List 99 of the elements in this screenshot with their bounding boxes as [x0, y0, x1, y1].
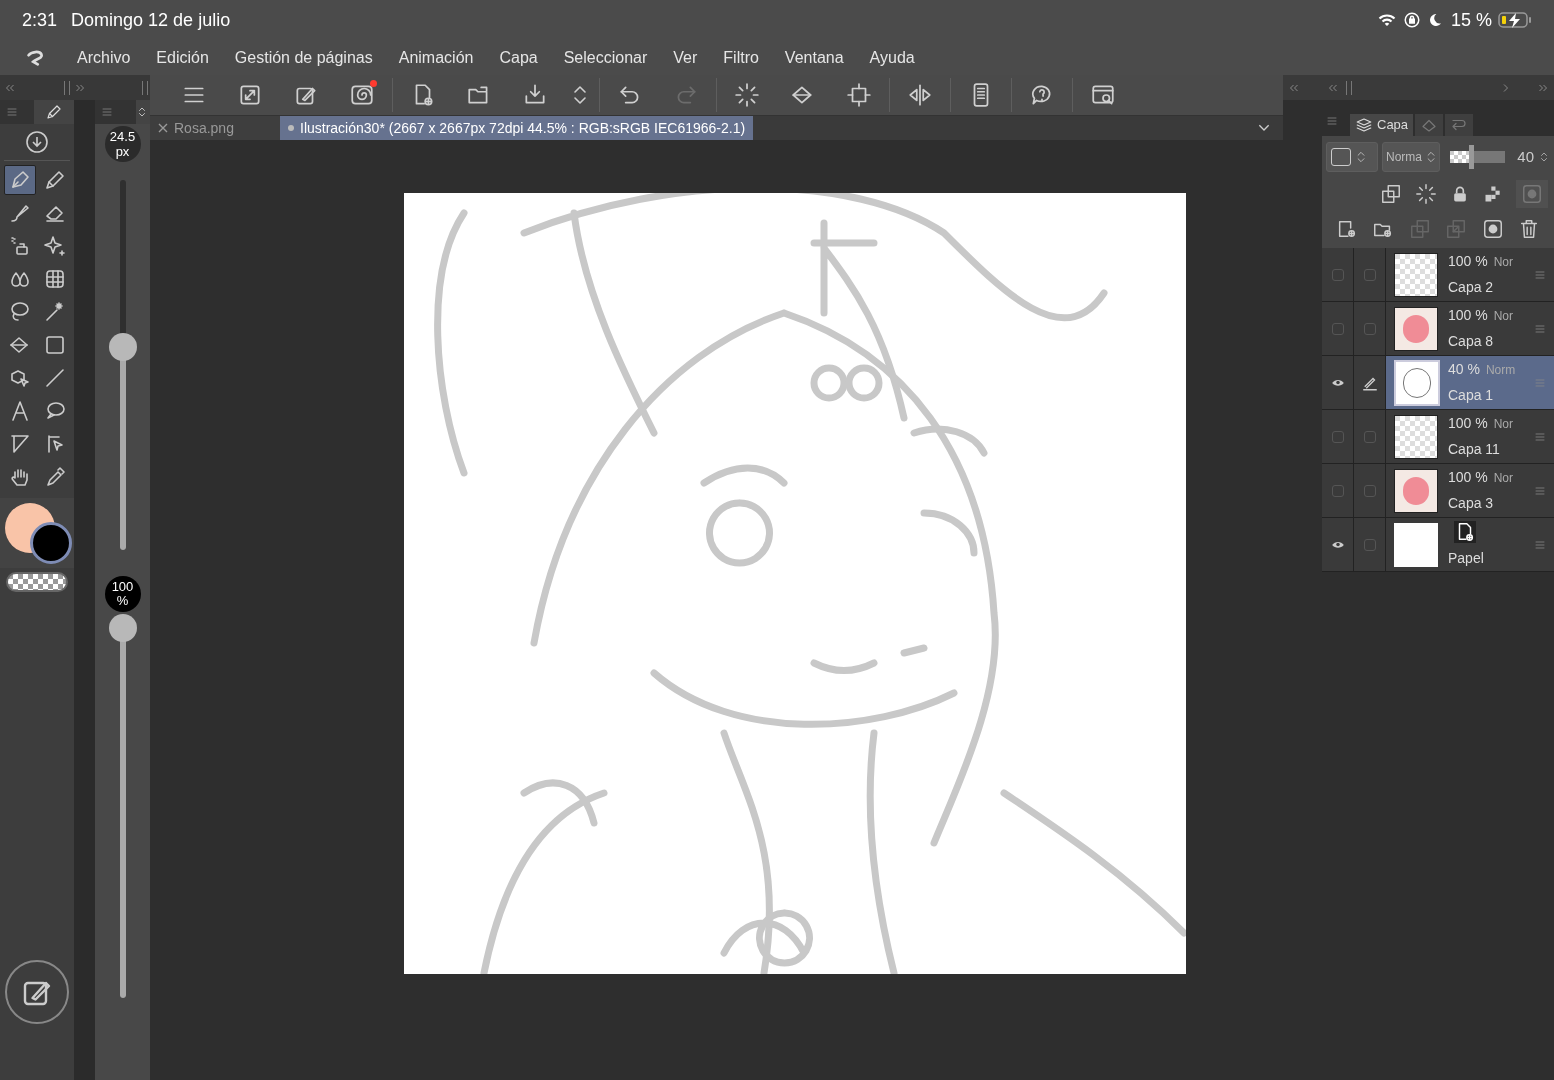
paper-thumbnail	[1394, 522, 1438, 567]
edit-checkbox[interactable]	[1363, 268, 1376, 281]
layer-row[interactable]: Papel	[1322, 518, 1554, 572]
brush-size-slider-thumb[interactable]	[108, 332, 137, 361]
layer-opacity: 100 %	[1448, 414, 1488, 433]
merge-icon	[1445, 218, 1468, 240]
menu-item[interactable]: Animación	[385, 43, 487, 72]
menu-item[interactable]: Edición	[143, 43, 222, 72]
wifi-icon	[1376, 11, 1397, 29]
layer-row[interactable]: 100 % Nor Capa 11	[1322, 410, 1554, 464]
spinner-icon	[734, 82, 760, 108]
transparent-thumbnail	[1394, 252, 1438, 297]
drag-handle-icon[interactable]	[1534, 430, 1546, 443]
transfer-icon	[1408, 218, 1431, 240]
mask-off-icon	[1521, 183, 1543, 205]
fit-icon	[237, 82, 263, 108]
drag-handle-icon[interactable]	[1534, 322, 1546, 335]
layer-blend-mode: Nor	[1493, 254, 1514, 271]
clock-time: 2:31	[22, 8, 58, 32]
artwork-thumbnail	[1394, 468, 1438, 513]
brush-size-unit: px	[115, 144, 130, 159]
visibility-checkbox[interactable]	[1331, 430, 1344, 443]
menu-item[interactable]: Seleccionar	[550, 43, 661, 72]
drag-handle-icon[interactable]	[1534, 268, 1546, 281]
brush-opacity-value: 100	[111, 580, 134, 594]
drag-handle-icon[interactable]	[1534, 538, 1546, 551]
rotate-button[interactable]	[5, 960, 69, 1024]
document-tab[interactable]: Rosa.png	[150, 116, 280, 140]
transparent-thumbnail	[1394, 414, 1438, 459]
layer-blend-mode: Nor	[1493, 470, 1514, 487]
menu-item[interactable]: Ver	[660, 43, 711, 72]
layer-opacity: 100 %	[1448, 468, 1488, 487]
blend-mode-dropdown[interactable]: Norma	[1382, 142, 1440, 172]
new-layer-icon	[1336, 218, 1358, 240]
mask-icon	[1481, 218, 1504, 240]
opacity-slider[interactable]	[1450, 145, 1505, 169]
layer-blend-mode: Nor	[1493, 308, 1514, 325]
layers-icon	[1355, 116, 1373, 134]
layer-name: Capa 11	[1448, 440, 1501, 459]
artwork-thumbnail	[1394, 306, 1438, 351]
layer-blend-mode: Norm	[1485, 362, 1516, 379]
edit-checkbox[interactable]	[1363, 322, 1376, 335]
visibility-checkbox[interactable]	[1331, 268, 1344, 281]
sub-color-swatch[interactable]	[30, 522, 72, 564]
menu-item[interactable]: Ventana	[771, 43, 857, 72]
close-icon[interactable]	[158, 123, 168, 133]
date-text: Domingo 12 de julio	[71, 8, 231, 32]
color-mode-dropdown[interactable]	[1326, 142, 1378, 172]
layer-opacity: 100 %	[1448, 306, 1488, 325]
brush-opacity-unit: %	[116, 594, 129, 608]
new-layer-button[interactable]	[1336, 218, 1358, 240]
edit-checkbox[interactable]	[1363, 430, 1376, 443]
opacity-slider-thumb[interactable]	[1469, 145, 1474, 169]
download-icon[interactable]	[25, 130, 49, 154]
swirl-icon	[349, 82, 375, 108]
history-tab[interactable]	[1445, 114, 1474, 136]
opacity-value: 40	[1517, 146, 1534, 167]
paper-icon	[1454, 520, 1476, 543]
navigator-tab[interactable]	[1415, 114, 1444, 136]
layer-name: Capa 1	[1448, 386, 1495, 405]
layer-row[interactable]: 40 % Norm Capa 1	[1322, 356, 1554, 410]
layer-blend-mode: Nor	[1493, 416, 1514, 433]
document-tab[interactable]: Ilustración30* (2667 x 2667px 72dpi 44.5% : RGB:sRGB IEC61966-2.1)	[280, 116, 754, 140]
sparkle-icon	[42, 234, 67, 258]
layer-opacity: 100 %	[1448, 252, 1488, 271]
brush-opacity-slider-thumb[interactable]	[108, 614, 137, 642]
mask-button[interactable]	[1481, 218, 1504, 240]
layer-row[interactable]: 100 % Nor Capa 3	[1322, 464, 1554, 518]
layer-opacity: 40 %	[1448, 360, 1480, 379]
layer-row[interactable]: 100 % Nor Capa 8	[1322, 302, 1554, 356]
layer-name: Papel	[1448, 548, 1485, 568]
reference-layer-icon[interactable]	[1380, 183, 1402, 205]
menu-item[interactable]: Gestión de páginas	[221, 43, 386, 72]
layer-name: Capa 2	[1448, 278, 1495, 297]
sketch-thumbnail	[1394, 359, 1440, 406]
edit-checkbox[interactable]	[1363, 484, 1376, 497]
layer-name: Capa 8	[1448, 332, 1495, 351]
edit-checkbox[interactable]	[1363, 538, 1376, 551]
tool-tab-icon[interactable]	[45, 103, 63, 121]
menu-item[interactable]: Filtro	[710, 43, 772, 72]
menu-item[interactable]: Ayuda	[856, 43, 928, 72]
pen-tool[interactable]	[3, 165, 36, 195]
crop-icon	[846, 82, 872, 108]
layers-tab[interactable]: Capa	[1350, 114, 1414, 136]
mask-toggle[interactable]	[1516, 180, 1548, 208]
flip-icon	[907, 82, 933, 108]
visibility-checkbox[interactable]	[1331, 322, 1344, 335]
visibility-checkbox[interactable]	[1331, 484, 1344, 497]
brush-size-value: 24.5	[109, 129, 136, 144]
rotation-lock-icon	[1402, 11, 1421, 29]
transparent-color-swatch[interactable]	[6, 572, 68, 592]
menu-item[interactable]: Archivo	[64, 43, 144, 72]
settings-icon	[1090, 82, 1116, 108]
layer-row[interactable]: 100 % Nor Capa 2	[1322, 248, 1554, 302]
battery-percentage: 15 %	[1450, 8, 1492, 32]
layer-name: Capa 3	[1448, 494, 1495, 513]
menu-item[interactable]: Capa	[486, 43, 551, 72]
square-icon	[1331, 148, 1351, 166]
drag-handle-icon[interactable]	[1534, 484, 1546, 497]
